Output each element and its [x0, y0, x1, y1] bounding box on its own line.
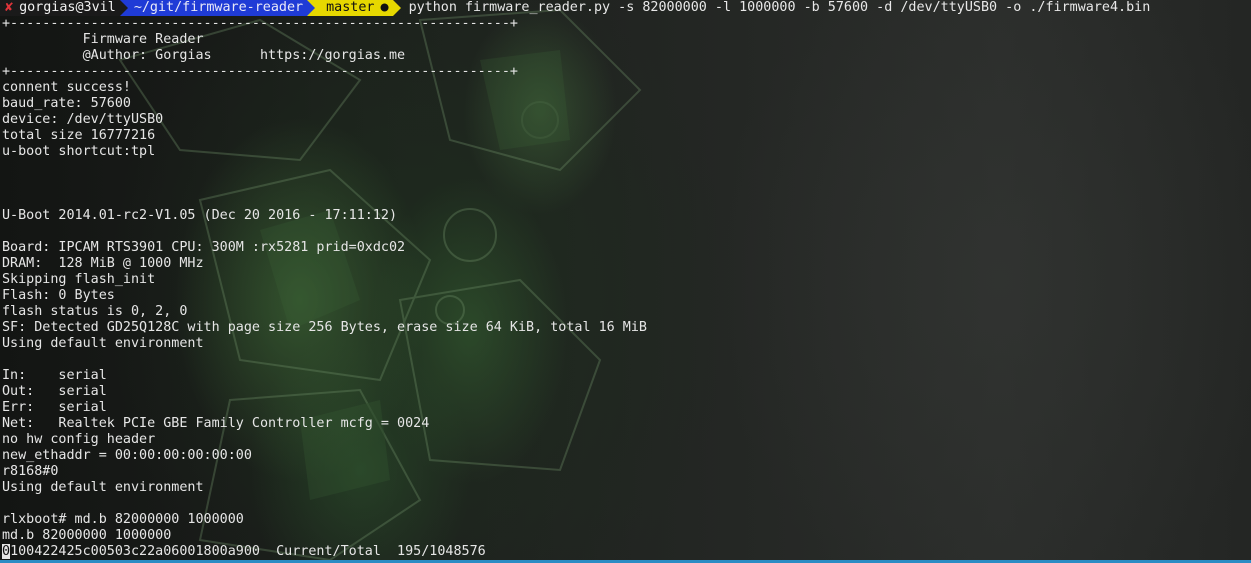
git-dirty-icon: ●: [380, 0, 389, 15]
output-line: +---------------------------------------…: [2, 64, 518, 79]
prompt-user-segment: ✘ gorgias@3vil: [0, 0, 120, 16]
prompt-user-host: gorgias@3vil: [19, 0, 116, 15]
output-line: md.b 82000000 1000000: [2, 528, 172, 543]
output-last-line: 0100422425c00503c22a06001800a900 Current…: [2, 544, 647, 560]
output-line: new_ethaddr = 00:00:00:00:00:00: [2, 448, 252, 463]
powerline-separator-icon: [307, 0, 316, 16]
output-lines: +---------------------------------------…: [2, 16, 647, 544]
output-line: u-boot shortcut:tpl: [2, 144, 156, 159]
output-line: Flash: 0 Bytes: [2, 288, 115, 303]
output-line: SF: Detected GD25Q128C with page size 25…: [2, 320, 647, 335]
output-line: r8168#0: [2, 464, 59, 479]
prompt-git-segment: master ●: [315, 0, 393, 16]
terminal-output: +---------------------------------------…: [2, 16, 647, 560]
output-line: baud_rate: 57600: [2, 96, 131, 111]
output-line: Using default environment: [2, 336, 204, 351]
output-line: Board: IPCAM RTS3901 CPU: 300M :rx5281 p…: [2, 240, 406, 255]
output-line: U-Boot 2014.01-rc2-V1.05 (Dec 20 2016 - …: [2, 208, 398, 223]
output-line: Using default environment: [2, 480, 204, 495]
powerline-separator-icon: [119, 0, 128, 16]
prompt-git-branch: master: [326, 0, 375, 15]
output-line: +---------------------------------------…: [2, 16, 518, 31]
output-line: @Author: Gorgias https://gorgias.me: [2, 48, 406, 63]
output-line: no hw config header: [2, 432, 156, 447]
error-status-icon: ✘: [5, 0, 14, 15]
output-line: Skipping flash_init: [2, 272, 156, 287]
terminal-window[interactable]: ✘ gorgias@3vil ~/git/firmware-reader mas…: [0, 0, 1251, 563]
entered-command: python firmware_reader.py -s 82000000 -l…: [408, 0, 1151, 15]
output-line: connent success!: [2, 80, 131, 95]
output-progress-text: 100422425c00503c22a06001800a900 Current/…: [10, 544, 486, 559]
output-line: Firmware Reader: [2, 32, 204, 47]
terminal-cursor: 0: [2, 544, 11, 559]
prompt-directory: ~/git/firmware-reader: [133, 0, 304, 15]
output-line: rlxboot# md.b 82000000 1000000: [2, 512, 244, 527]
output-line: device: /dev/ttyUSB0: [2, 112, 164, 127]
output-line: DRAM: 128 MiB @ 1000 MHz: [2, 256, 204, 271]
output-line: flash status is 0, 2, 0: [2, 304, 188, 319]
shell-prompt: ✘ gorgias@3vil ~/git/firmware-reader mas…: [0, 0, 1251, 16]
output-line: Out: serial: [2, 384, 107, 399]
output-line: total size 16777216: [2, 128, 156, 143]
output-line: Err: serial: [2, 400, 107, 415]
output-line: Net: Realtek PCIe GBE Family Controller …: [2, 416, 430, 431]
prompt-directory-segment: ~/git/firmware-reader: [127, 0, 308, 16]
output-line: In: serial: [2, 368, 107, 383]
powerline-separator-icon: [392, 0, 401, 16]
